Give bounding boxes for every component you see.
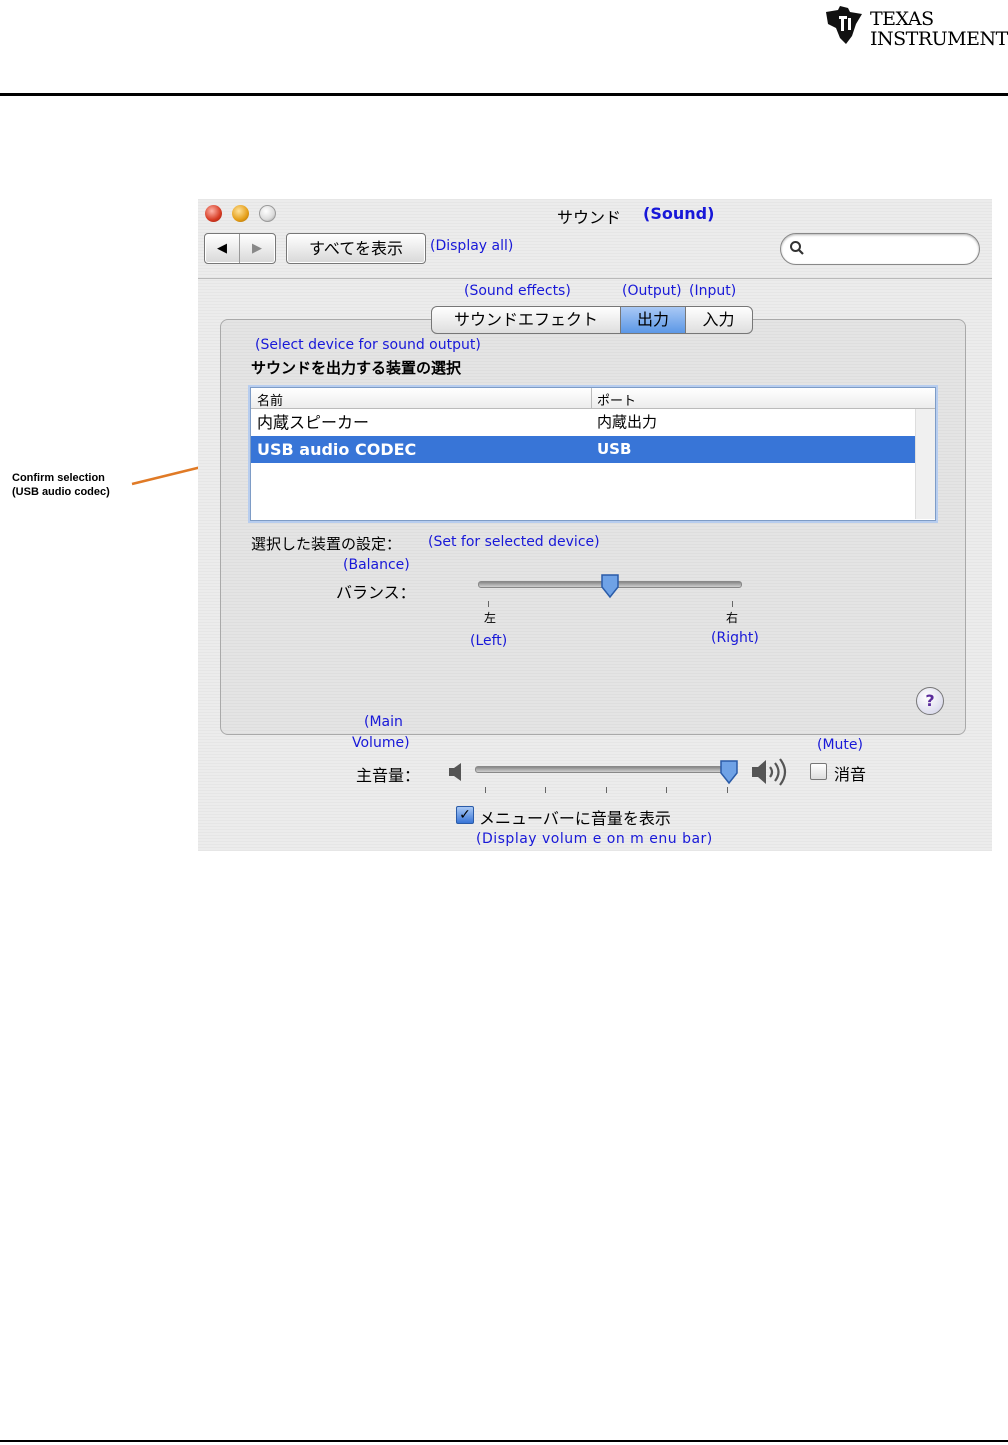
device-name: USB audio CODEC <box>257 440 417 459</box>
close-window-button[interactable] <box>205 205 222 222</box>
device-section-heading: サウンドを出力する装置の選択 <box>251 359 462 377</box>
output-panel <box>220 319 966 735</box>
balance-right-translation: (Right) <box>711 630 759 646</box>
volume-tick <box>485 787 486 793</box>
mute-label[interactable]: 消音 <box>834 761 866 785</box>
volume-low-icon <box>449 763 461 781</box>
annotation-callout: Confirm selection (USB audio codec) <box>12 471 110 499</box>
logo-line-2: Instruments <box>870 28 1008 50</box>
volume-tick <box>666 787 667 793</box>
tab-input-translation: (Input) <box>689 283 737 299</box>
tab-output[interactable]: 出力 <box>620 307 686 333</box>
forward-button[interactable]: ▶ <box>240 234 274 263</box>
header-rule <box>0 93 1008 96</box>
volume-tick <box>545 787 546 793</box>
selected-device-settings-translation: (Set for selected device) <box>428 534 600 550</box>
toolbar-divider <box>198 278 992 279</box>
tab-output-translation: (Output) <box>622 283 682 299</box>
balance-tick-left <box>488 601 489 607</box>
main-volume-label: 主音量： <box>356 766 421 785</box>
back-button[interactable]: ◀ <box>205 234 240 263</box>
volume-high-icon <box>752 758 787 786</box>
column-header-name[interactable]: 名前 <box>257 390 283 409</box>
table-row-selected[interactable]: USB audio CODEC USB <box>251 436 915 463</box>
window-title: サウンド <box>557 208 622 227</box>
table-row[interactable]: 内蔵スピーカー 内蔵出力 <box>251 409 915 436</box>
volume-tick <box>727 787 728 793</box>
selected-device-settings-label: 選択した装置の設定： <box>251 535 402 553</box>
annotation-line-2: (USB audio codec) <box>12 486 110 498</box>
minimize-window-button[interactable] <box>232 205 249 222</box>
balance-tick-right <box>732 601 733 607</box>
mute-checkbox[interactable] <box>810 763 827 780</box>
tab-input[interactable]: 入力 <box>685 307 752 333</box>
main-volume-slider-track[interactable] <box>475 766 735 773</box>
main-volume-translation-line-2: Volume) <box>352 735 410 751</box>
main-volume-slider-thumb[interactable] <box>719 759 739 785</box>
balance-left-label: 左 <box>484 611 497 625</box>
balance-right-label: 右 <box>726 611 739 625</box>
sound-preferences-window: サウンド (Sound) ◀ ▶ すべてを表示 (Display all) (S… <box>198 199 992 851</box>
show-volume-in-menubar-label[interactable]: メニューバーに音量を表示 <box>479 805 671 829</box>
tab-sound-effects[interactable]: サウンドエフェクト <box>432 307 620 333</box>
search-field[interactable] <box>780 233 980 265</box>
output-device-table: 名前 ポート 内蔵スピーカー 内蔵出力 USB audio CODEC USB <box>250 387 936 521</box>
mute-translation: (Mute) <box>817 737 863 753</box>
table-header: 名前 ポート <box>251 388 935 409</box>
balance-translation: (Balance) <box>343 557 410 573</box>
checkmark-icon: ✓ <box>459 807 471 823</box>
footer-rule <box>0 1440 1008 1442</box>
show-volume-in-menubar-checkbox[interactable]: ✓ <box>456 806 474 824</box>
show-volume-in-menubar-translation: (Display volum e on m enu bar) <box>476 831 713 847</box>
texas-instruments-logo: Texas Instruments <box>822 4 1008 50</box>
ti-map-icon <box>826 6 862 44</box>
tab-sound-effects-translation: (Sound effects) <box>464 283 571 299</box>
table-scrollbar[interactable] <box>915 409 935 519</box>
back-forward-buttons: ◀ ▶ <box>204 233 276 264</box>
show-all-translation: (Display all) <box>430 238 514 254</box>
balance-label: バランス： <box>336 583 416 602</box>
annotation-line-1: Confirm selection <box>12 472 105 484</box>
balance-slider-thumb[interactable] <box>600 573 620 599</box>
device-name: 内蔵スピーカー <box>257 413 370 432</box>
column-header-port[interactable]: ポート <box>597 390 636 409</box>
help-button[interactable]: ? <box>916 687 944 715</box>
search-icon <box>790 241 804 255</box>
device-section-heading-translation: (Select device for sound output) <box>255 337 481 353</box>
volume-tick <box>606 787 607 793</box>
device-port: 内蔵出力 <box>597 413 658 431</box>
show-all-button[interactable]: すべてを表示 <box>286 233 426 264</box>
device-port: USB <box>597 440 632 458</box>
tab-bar: サウンドエフェクト 出力 入力 <box>431 306 753 334</box>
balance-left-translation: (Left) <box>470 633 508 649</box>
zoom-window-button[interactable] <box>259 205 276 222</box>
window-title-translation: (Sound) <box>643 204 715 223</box>
main-volume-translation-line-1: (Main <box>364 714 403 730</box>
column-divider <box>591 388 592 408</box>
logo-line-1: Texas <box>870 8 934 30</box>
